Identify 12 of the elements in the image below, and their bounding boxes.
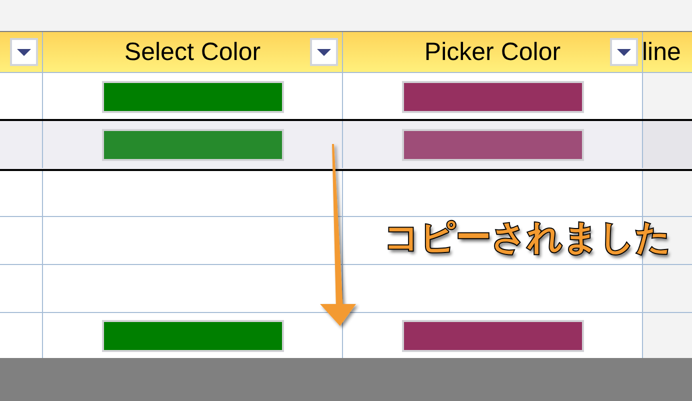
column-header[interactable]: Picker Color [424,38,561,66]
filter-button[interactable] [10,38,38,66]
filter-button[interactable] [610,38,638,66]
column-header[interactable]: line [643,38,681,66]
table-row[interactable] [0,73,692,121]
column-header[interactable]: Select Color [124,38,261,66]
copied-message: コピーされました [384,217,671,260]
filter-button[interactable] [310,38,338,66]
table-row[interactable] [0,169,692,217]
table-row[interactable] [0,313,692,359]
selected-row[interactable] [0,121,692,169]
table-row[interactable] [0,217,692,265]
